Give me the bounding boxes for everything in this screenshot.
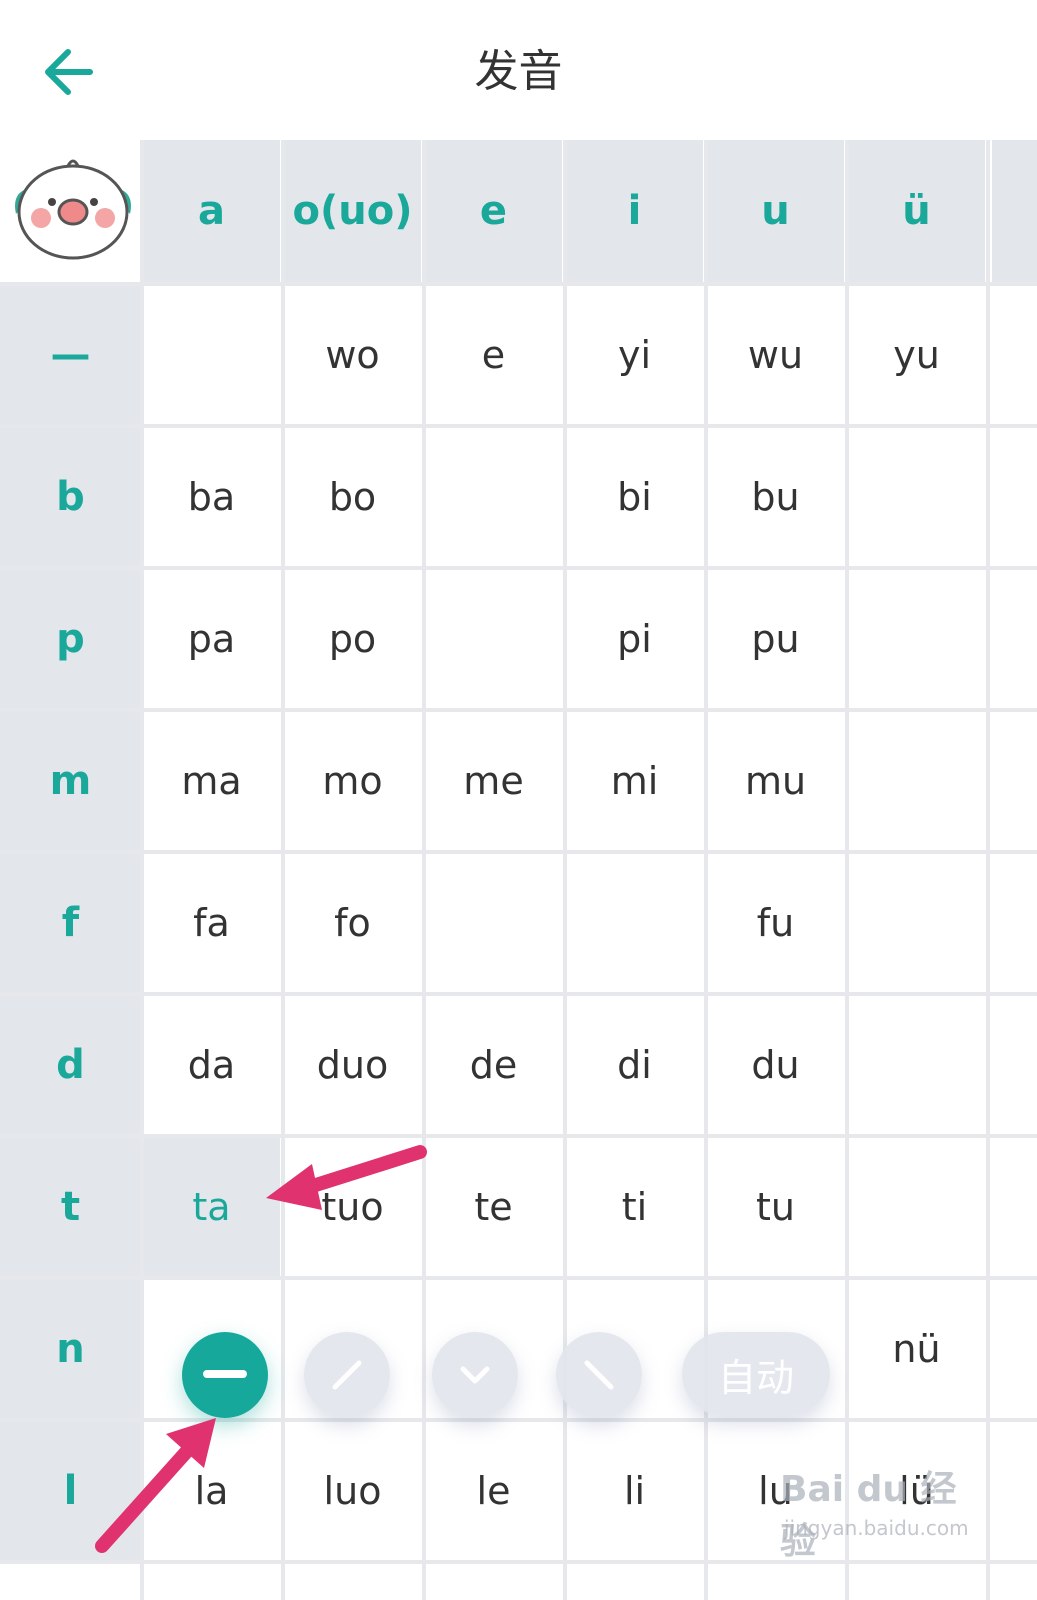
row-header: b bbox=[0, 428, 141, 566]
syllable-cell[interactable]: pu bbox=[707, 570, 844, 708]
watermark-url: jingyan.baidu.com bbox=[784, 1516, 969, 1540]
syllable-cell[interactable]: ma bbox=[143, 712, 280, 850]
row-header: d bbox=[0, 996, 141, 1134]
grid-line bbox=[140, 140, 144, 1600]
auto-button[interactable]: 自动 bbox=[682, 1332, 830, 1416]
grid-line bbox=[0, 282, 1037, 286]
syllable-cell-partial[interactable] bbox=[992, 712, 1037, 850]
syllable-cell[interactable] bbox=[848, 854, 985, 992]
syllable-cell[interactable]: fa bbox=[143, 854, 280, 992]
column-header: o(uo) bbox=[284, 140, 421, 282]
syllable-cell[interactable]: luo bbox=[284, 1422, 421, 1560]
annotation-arrow-icon bbox=[266, 1145, 427, 1210]
syllable-cell[interactable] bbox=[143, 286, 280, 424]
grid-line bbox=[0, 850, 1037, 854]
syllable-cell[interactable]: bu bbox=[707, 428, 844, 566]
grid-line bbox=[0, 566, 1037, 570]
syllable-cell[interactable] bbox=[425, 428, 562, 566]
grid-line bbox=[986, 140, 990, 1600]
syllable-cell[interactable]: yu bbox=[848, 286, 985, 424]
watermark: Bai du 经验 jingyan.baidu.com bbox=[780, 1460, 970, 1562]
row-header: t bbox=[0, 1138, 141, 1276]
syllable-cell[interactable]: du bbox=[707, 996, 844, 1134]
pinyin-grid: a o(uo) e i u ü — wo e yi wu yu b ba bo bi bu p pa po pi pu m m… bbox=[0, 0, 1037, 1600]
grid-line bbox=[0, 1134, 1037, 1138]
syllable-cell[interactable]: li bbox=[566, 1422, 703, 1560]
syllable-cell-partial[interactable] bbox=[992, 1422, 1037, 1560]
column-header: u bbox=[707, 140, 844, 282]
syllable-cell-partial[interactable] bbox=[992, 1138, 1037, 1276]
syllable-cell[interactable]: tu bbox=[707, 1138, 844, 1276]
tone-4-button[interactable] bbox=[556, 1332, 642, 1418]
syllable-cell[interactable]: le bbox=[425, 1422, 562, 1560]
syllable-cell-partial[interactable] bbox=[992, 996, 1037, 1134]
annotation-arrow-icon bbox=[95, 1418, 216, 1553]
syllable-cell[interactable]: fo bbox=[284, 854, 421, 992]
syllable-cell[interactable]: wu bbox=[707, 286, 844, 424]
grid-line bbox=[0, 1276, 1037, 1280]
mascot-icon bbox=[8, 150, 138, 270]
syllable-cell[interactable] bbox=[848, 996, 985, 1134]
row-header: — bbox=[0, 286, 141, 424]
column-header: e bbox=[425, 140, 562, 282]
syllable-cell[interactable] bbox=[425, 570, 562, 708]
syllable-cell[interactable] bbox=[848, 1138, 985, 1276]
tone-3-button[interactable] bbox=[432, 1332, 518, 1418]
column-header: ü bbox=[848, 140, 985, 282]
syllable-cell-partial[interactable] bbox=[992, 854, 1037, 992]
syllable-cell[interactable]: ba bbox=[143, 428, 280, 566]
grid-line bbox=[0, 424, 1037, 428]
syllable-cell[interactable]: mi bbox=[566, 712, 703, 850]
syllable-cell[interactable]: de bbox=[425, 996, 562, 1134]
grid-line bbox=[0, 708, 1037, 712]
column-header: i bbox=[566, 140, 703, 282]
row-header: f bbox=[0, 854, 141, 992]
syllable-cell-partial[interactable] bbox=[992, 286, 1037, 424]
row-header: m bbox=[0, 712, 141, 850]
syllable-cell[interactable]: da bbox=[143, 996, 280, 1134]
syllable-cell[interactable]: po bbox=[284, 570, 421, 708]
syllable-cell[interactable] bbox=[848, 712, 985, 850]
tone-1-button[interactable] bbox=[182, 1332, 268, 1418]
row-header: n bbox=[0, 1280, 141, 1418]
syllable-cell[interactable]: bo bbox=[284, 428, 421, 566]
syllable-cell[interactable]: bi bbox=[566, 428, 703, 566]
syllable-cell-partial[interactable] bbox=[992, 1280, 1037, 1418]
syllable-cell[interactable] bbox=[425, 854, 562, 992]
syllable-cell[interactable]: e bbox=[425, 286, 562, 424]
syllable-cell[interactable]: te bbox=[425, 1138, 562, 1276]
syllable-cell[interactable]: me bbox=[425, 712, 562, 850]
syllable-cell[interactable]: duo bbox=[284, 996, 421, 1134]
row-header: p bbox=[0, 570, 141, 708]
column-header: a bbox=[143, 140, 280, 282]
syllable-cell[interactable]: di bbox=[566, 996, 703, 1134]
syllable-cell[interactable] bbox=[848, 428, 985, 566]
syllable-cell[interactable]: mo bbox=[284, 712, 421, 850]
syllable-cell-partial[interactable] bbox=[992, 428, 1037, 566]
syllable-cell[interactable]: fu bbox=[707, 854, 844, 992]
tone-2-button[interactable] bbox=[304, 1332, 390, 1418]
grid-line bbox=[0, 992, 1037, 996]
syllable-cell[interactable]: yi bbox=[566, 286, 703, 424]
syllable-cell[interactable]: ti bbox=[566, 1138, 703, 1276]
syllable-cell-partial[interactable] bbox=[992, 570, 1037, 708]
grid-line bbox=[281, 140, 285, 1600]
syllable-cell[interactable]: pi bbox=[566, 570, 703, 708]
syllable-cell[interactable]: wo bbox=[284, 286, 421, 424]
syllable-cell[interactable] bbox=[566, 854, 703, 992]
grid-line bbox=[845, 140, 849, 1600]
syllable-cell[interactable]: nü bbox=[848, 1280, 985, 1418]
column-header-partial bbox=[992, 140, 1037, 282]
syllable-cell[interactable]: pa bbox=[143, 570, 280, 708]
grid-line bbox=[422, 140, 426, 1600]
syllable-cell[interactable] bbox=[848, 570, 985, 708]
syllable-cell[interactable]: mu bbox=[707, 712, 844, 850]
watermark-logo: Bai du 经验 bbox=[780, 1469, 957, 1562]
